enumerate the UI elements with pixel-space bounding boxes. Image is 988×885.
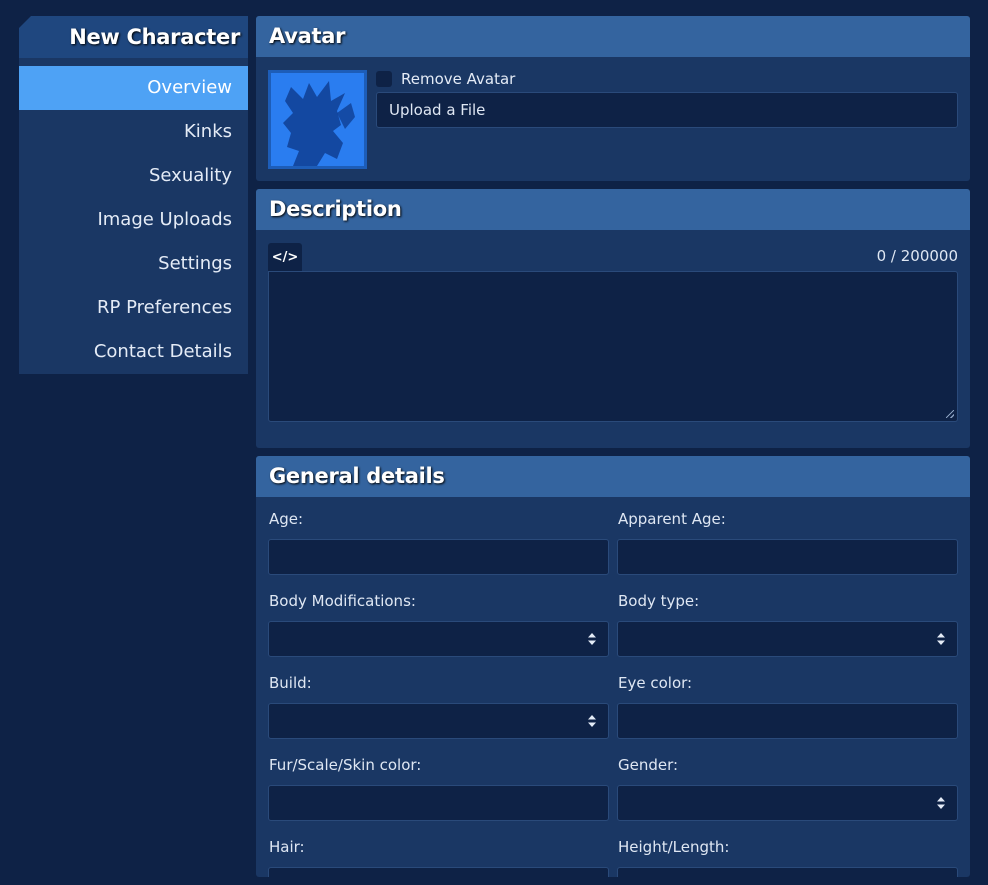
field-hair: Hair: bbox=[268, 838, 609, 877]
description-panel-title: Description bbox=[256, 189, 970, 230]
field-label: Apparent Age: bbox=[618, 510, 726, 528]
upload-file-button[interactable]: Upload a File bbox=[376, 92, 958, 128]
field-body-modifications: Body Modifications: bbox=[268, 592, 609, 674]
field-label: Fur/Scale/Skin color: bbox=[269, 756, 422, 774]
eye-color-input[interactable] bbox=[617, 703, 958, 739]
field-label: Body type: bbox=[618, 592, 700, 610]
sidebar-nav: Overview Kinks Sexuality Image Uploads S… bbox=[19, 58, 248, 374]
sidebar-item-rp-preferences[interactable]: RP Preferences bbox=[19, 286, 248, 330]
sidebar-title: New Character bbox=[19, 16, 248, 58]
field-label: Gender: bbox=[618, 756, 679, 774]
hair-input[interactable] bbox=[268, 867, 609, 877]
remove-avatar-checkbox[interactable] bbox=[376, 71, 392, 87]
apparent-age-input[interactable] bbox=[617, 539, 958, 575]
code-icon: </> bbox=[271, 249, 299, 265]
field-fur-scale-skin-color: Fur/Scale/Skin color: bbox=[268, 756, 609, 838]
field-eye-color: Eye color: bbox=[617, 674, 958, 756]
general-details-panel: General details Age: Apparent Age: Body … bbox=[256, 456, 970, 877]
field-label: Height/Length: bbox=[618, 838, 730, 856]
gender-select[interactable] bbox=[617, 785, 958, 821]
main-content: Avatar Remove Avatar Upload a File Descr… bbox=[256, 16, 970, 885]
sidebar-item-image-uploads[interactable]: Image Uploads bbox=[19, 198, 248, 242]
avatar-silhouette-icon bbox=[271, 73, 364, 166]
height-length-input[interactable] bbox=[617, 867, 958, 877]
description-textarea[interactable] bbox=[268, 271, 958, 422]
character-count: 0 / 200000 bbox=[876, 247, 958, 265]
general-details-title: General details bbox=[256, 456, 970, 497]
sidebar-item-settings[interactable]: Settings bbox=[19, 242, 248, 286]
sidebar-item-overview[interactable]: Overview bbox=[19, 66, 248, 110]
sidebar-item-sexuality[interactable]: Sexuality bbox=[19, 154, 248, 198]
field-label: Eye color: bbox=[618, 674, 693, 692]
remove-avatar-row: Remove Avatar bbox=[376, 70, 515, 88]
field-label: Age: bbox=[269, 510, 304, 528]
avatar-image bbox=[268, 70, 367, 169]
field-label: Hair: bbox=[269, 838, 305, 856]
age-input[interactable] bbox=[268, 539, 609, 575]
field-age: Age: bbox=[268, 510, 609, 592]
sidebar-item-kinks[interactable]: Kinks bbox=[19, 110, 248, 154]
field-label: Build: bbox=[269, 674, 312, 692]
description-panel: Description </> 0 / 200000 bbox=[256, 189, 970, 448]
fur-scale-skin-color-input[interactable] bbox=[268, 785, 609, 821]
code-toggle-button[interactable]: </> bbox=[268, 243, 302, 271]
field-body-type: Body type: bbox=[617, 592, 958, 674]
avatar-panel: Avatar Remove Avatar Upload a File bbox=[256, 16, 970, 181]
body-type-select[interactable] bbox=[617, 621, 958, 657]
resize-grip-icon[interactable] bbox=[946, 410, 954, 418]
field-gender: Gender: bbox=[617, 756, 958, 838]
field-build: Build: bbox=[268, 674, 609, 756]
body-modifications-select[interactable] bbox=[268, 621, 609, 657]
select-arrows-icon bbox=[937, 797, 945, 809]
field-apparent-age: Apparent Age: bbox=[617, 510, 958, 592]
sidebar: New Character Overview Kinks Sexuality I… bbox=[19, 16, 248, 374]
build-select[interactable] bbox=[268, 703, 609, 739]
remove-avatar-label: Remove Avatar bbox=[401, 70, 516, 88]
avatar-panel-title: Avatar bbox=[256, 16, 970, 57]
select-arrows-icon bbox=[937, 633, 945, 645]
sidebar-item-contact-details[interactable]: Contact Details bbox=[19, 330, 248, 374]
select-arrows-icon bbox=[588, 633, 596, 645]
field-label: Body Modifications: bbox=[269, 592, 416, 610]
select-arrows-icon bbox=[588, 715, 596, 727]
field-height-length: Height/Length: bbox=[617, 838, 958, 877]
details-grid: Age: Apparent Age: Body Modifications: B… bbox=[268, 510, 958, 877]
